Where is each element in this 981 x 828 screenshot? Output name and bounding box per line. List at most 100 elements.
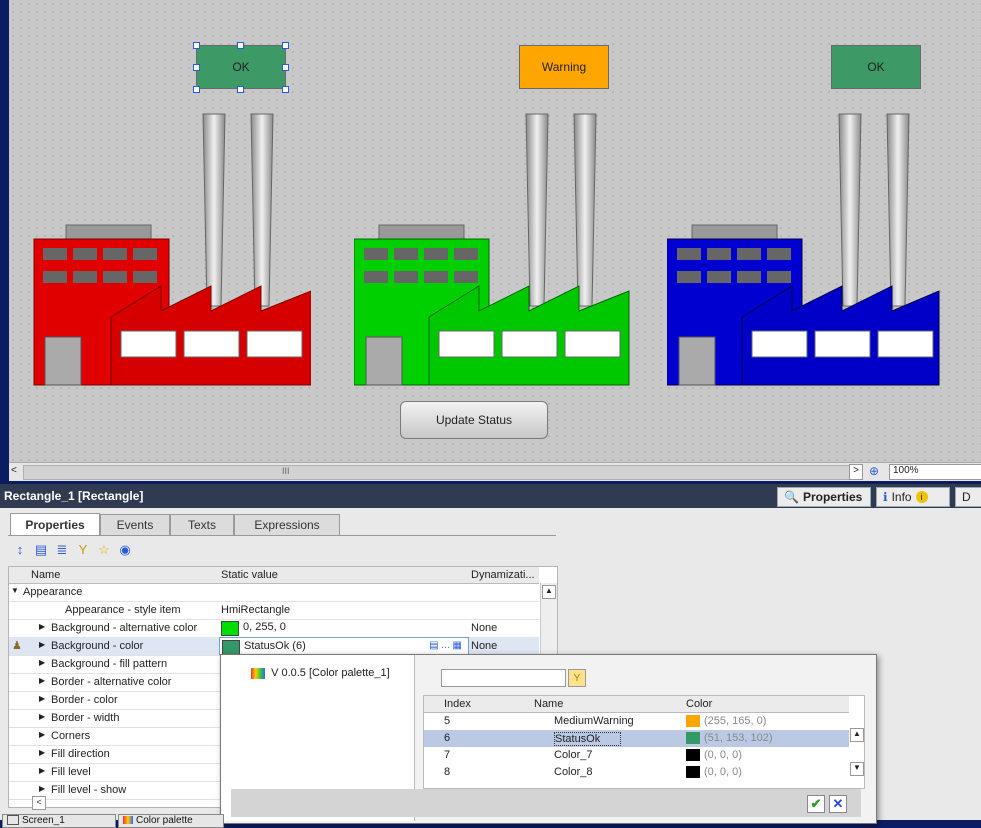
tab-texts[interactable]: Texts — [170, 514, 234, 535]
tab-texts-label: Texts — [187, 518, 216, 532]
property-value-text: StatusOk (6) — [244, 640, 306, 653]
status-box-1[interactable]: OK — [196, 45, 286, 89]
expand-arrow-icon[interactable]: ▶ — [39, 766, 45, 775]
bottom-tab-color-palette-label: Color palette — [136, 815, 193, 826]
favorites-icon[interactable]: ☆ — [96, 542, 112, 560]
palette-rgb: (255, 165, 0) — [704, 715, 767, 727]
update-status-button[interactable]: Update Status — [400, 401, 548, 439]
palette-swatch — [686, 732, 700, 744]
scroll-right-arrow[interactable]: > — [849, 464, 863, 480]
expand-arrow-icon[interactable]: ▶ — [39, 712, 45, 721]
properties-icon: 🔍 — [784, 490, 799, 504]
palette-tree-item[interactable]: V 0.0.5 [Color palette_1] — [251, 667, 390, 679]
palette-column-index[interactable]: Index — [444, 698, 471, 710]
property-name: Fill level — [51, 766, 91, 778]
factory-red[interactable] — [31, 106, 311, 388]
selection-handle[interactable] — [237, 86, 244, 93]
zoom-level-field[interactable]: 100% — [889, 464, 981, 480]
palette-column-color[interactable]: Color — [686, 698, 712, 710]
selection-handle[interactable] — [282, 42, 289, 49]
show-all-icon[interactable]: ◉ — [117, 542, 133, 560]
palette-scroll-up[interactable]: ▲ — [850, 728, 864, 742]
property-static-value[interactable] — [219, 583, 469, 601]
tab-events[interactable]: Events — [100, 514, 170, 535]
column-static-value[interactable]: Static value — [221, 569, 278, 581]
property-row[interactable]: ▶ Background - alternative color 0, 255, 0… — [9, 619, 539, 638]
filter-icon[interactable]: Y — [75, 542, 91, 560]
selection-handle[interactable] — [193, 64, 200, 71]
palette-table[interactable]: Index Name Color 5 MediumWarning (255, 165… — [423, 695, 865, 789]
tab-properties-label: Properties — [25, 518, 85, 532]
value-picker-buttons[interactable]: ▤…▦ — [429, 640, 464, 651]
palette-search-input[interactable] — [441, 669, 566, 687]
property-row[interactable]: ▼ Appearance — [9, 583, 539, 602]
expand-arrow-icon[interactable]: ▶ — [39, 748, 45, 757]
status-box-2[interactable]: Warning — [519, 45, 609, 89]
selection-handle[interactable] — [193, 86, 200, 93]
selection-handle[interactable] — [193, 42, 200, 49]
palette-rgb: (51, 153, 102) — [704, 732, 773, 744]
palette-row[interactable]: 5 MediumWarning (255, 165, 0) — [424, 713, 849, 730]
user-icon: ♟ — [12, 640, 22, 652]
palette-row[interactable]: 8 Color_8 (0, 0, 0) — [424, 764, 849, 781]
status-box-3[interactable]: OK — [831, 45, 921, 89]
palette-color-name: StatusOk — [554, 732, 622, 746]
sort-alphabetical-icon[interactable]: ↕ — [12, 542, 28, 560]
collapse-all-icon[interactable]: ▤ — [33, 542, 49, 560]
property-static-value[interactable]: 0, 255, 0 — [219, 619, 469, 637]
palette-footer: ✔ ✕ — [231, 789, 861, 817]
property-name: Border - color — [51, 694, 118, 706]
properties-view-button[interactable]: 🔍 Properties — [777, 487, 871, 507]
palette-row[interactable]: 6 StatusOk (51, 153, 102) — [424, 730, 849, 747]
column-dynamization[interactable]: Dynamizati... — [471, 569, 535, 581]
expand-arrow-icon[interactable]: ▶ — [39, 730, 45, 739]
property-static-value[interactable]: StatusOk (6) ▤…▦ — [219, 637, 469, 655]
property-name: Background - color — [51, 640, 144, 652]
palette-filter-icon[interactable]: Y — [568, 669, 586, 687]
collapse-arrow-icon[interactable]: ▼ — [11, 586, 19, 595]
tab-expressions[interactable]: Expressions — [234, 514, 340, 535]
palette-row[interactable]: 7 Color_7 (0, 0, 0) — [424, 747, 849, 764]
scroll-thumb-grip: III — [282, 466, 290, 476]
grid-header: Name Static value Dynamizati... — [9, 567, 539, 584]
scroll-left-arrow[interactable]: < — [11, 465, 17, 476]
zoom-icon[interactable]: ⊕ — [869, 464, 879, 478]
info-view-icon: ℹ — [883, 490, 888, 504]
selection-handle[interactable] — [282, 64, 289, 71]
palette-index: 6 — [444, 732, 451, 744]
property-static-value[interactable]: HmiRectangle — [219, 601, 469, 619]
factory-green[interactable] — [354, 106, 634, 388]
color-palette-popup[interactable]: V 0.0.5 [Color palette_1] Y Index Name C… — [220, 654, 877, 824]
factory-blue[interactable] — [667, 106, 947, 388]
palette-scroll-down[interactable]: ▼ — [850, 762, 864, 776]
palette-table-header: Index Name Color — [424, 696, 849, 713]
column-name[interactable]: Name — [31, 569, 60, 581]
canvas-horizontal-scrollbar[interactable]: < III > ⊕ 100% — [9, 462, 981, 481]
hmi-screen-canvas[interactable]: OK Warning OK Update Status — [9, 0, 981, 462]
palette-tree-label: V 0.0.5 [Color palette_1] — [271, 667, 390, 679]
grid-hscroll-left[interactable]: < — [32, 796, 46, 810]
palette-icon — [251, 667, 265, 679]
confirm-button[interactable]: ✔ — [807, 795, 825, 813]
expand-arrow-icon[interactable]: ▶ — [39, 694, 45, 703]
selection-handle[interactable] — [237, 42, 244, 49]
cancel-button[interactable]: ✕ — [829, 795, 847, 813]
diagnostics-view-label: D — [962, 490, 971, 504]
tab-properties[interactable]: Properties — [10, 513, 100, 536]
property-row[interactable]: Appearance - style item HmiRectangle — [9, 601, 539, 620]
expand-arrow-icon[interactable]: ▶ — [39, 640, 45, 649]
palette-rgb: (0, 0, 0) — [704, 766, 742, 778]
expand-all-icon[interactable]: ≣ — [54, 542, 70, 560]
status-box-3-label: OK — [867, 60, 885, 74]
scroll-up-arrow[interactable]: ▲ — [542, 585, 556, 599]
expand-arrow-icon[interactable]: ▶ — [39, 784, 45, 793]
info-view-button[interactable]: ℹ Info i — [876, 487, 950, 507]
palette-column-name[interactable]: Name — [534, 698, 563, 710]
selection-handle[interactable] — [282, 86, 289, 93]
diagnostics-view-button[interactable]: D — [955, 487, 981, 507]
scroll-thumb[interactable]: III — [23, 465, 850, 480]
expand-arrow-icon[interactable]: ▶ — [39, 658, 45, 667]
expand-arrow-icon[interactable]: ▶ — [39, 622, 45, 631]
property-name: Background - fill pattern — [51, 658, 168, 670]
expand-arrow-icon[interactable]: ▶ — [39, 676, 45, 685]
